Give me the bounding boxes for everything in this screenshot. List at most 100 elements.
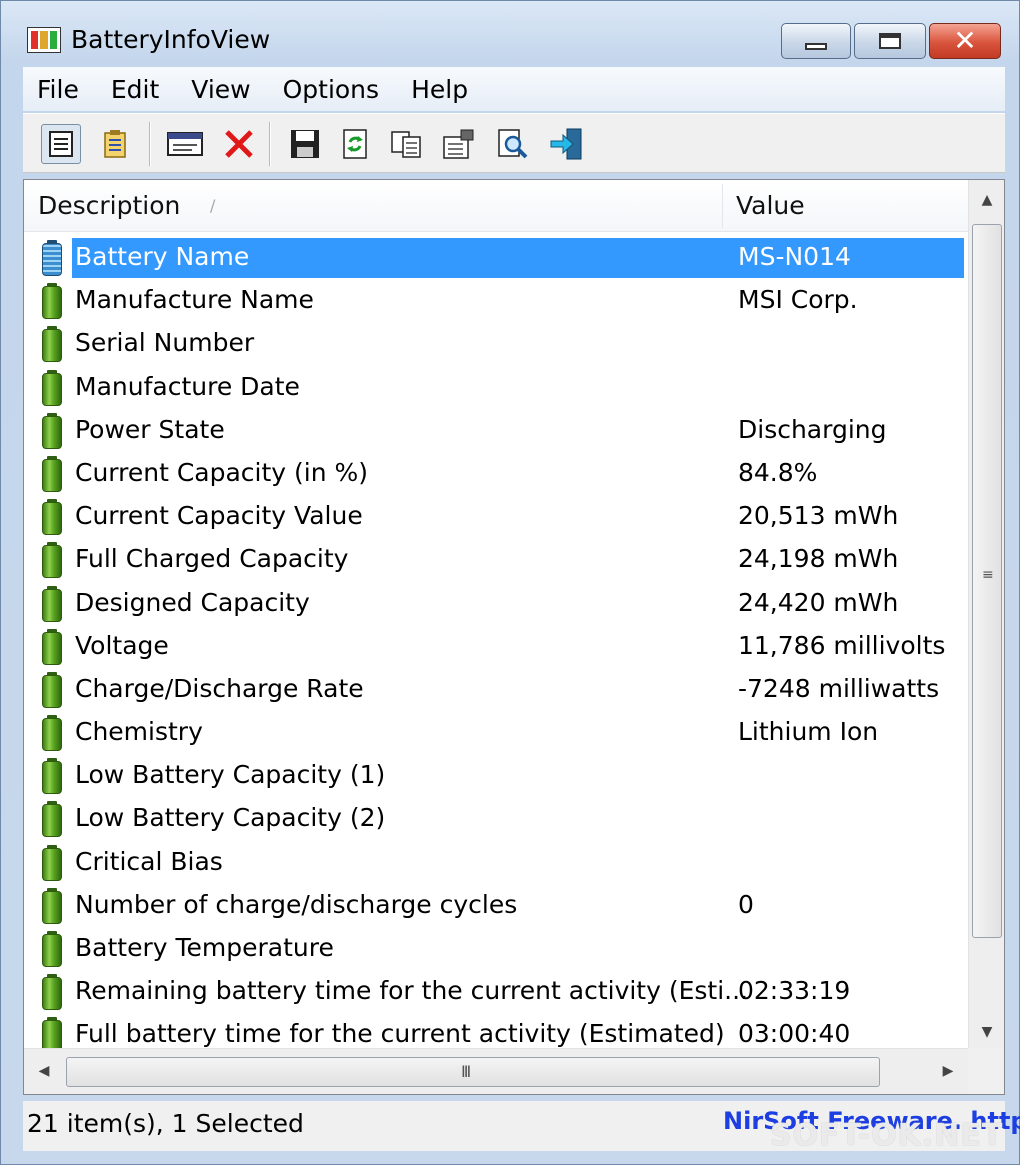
exit-button[interactable] <box>547 124 587 164</box>
list-item[interactable]: Critical Bias <box>24 841 968 884</box>
row-value: Discharging <box>738 414 887 444</box>
menu-file[interactable]: File <box>37 75 95 104</box>
menu-bar: File Edit View Options Help <box>23 67 1005 111</box>
list-item[interactable]: Battery Name MS-N014 <box>24 236 968 279</box>
battery-icon <box>40 628 64 665</box>
menu-help[interactable]: Help <box>411 75 484 104</box>
battery-icon <box>40 887 64 924</box>
row-description: Power State <box>75 414 225 444</box>
row-description: Designed Capacity <box>75 587 310 617</box>
grip-icon: ≡ <box>982 567 994 583</box>
vertical-scrollbar[interactable]: ▲ ≡ ▼ <box>968 180 1004 1048</box>
battery-app-icon <box>27 27 61 53</box>
battery-icon <box>40 369 64 406</box>
list-item[interactable]: Number of charge/discharge cycles 0 <box>24 884 968 927</box>
watermark: SOFT-OK.NET <box>770 1118 1004 1153</box>
scroll-left-button[interactable]: ◀ <box>26 1053 62 1089</box>
list-item[interactable]: Chemistry Lithium Ion <box>24 711 968 754</box>
row-value: MS-N014 <box>738 242 851 271</box>
row-value: 20,513 mWh <box>738 501 899 531</box>
html-report-button[interactable] <box>165 124 205 164</box>
grip-icon: III <box>461 1062 471 1081</box>
column-header-value[interactable]: Value <box>736 180 966 232</box>
battery-icon <box>40 499 64 536</box>
scrollbar-corner <box>968 1048 1004 1094</box>
battery-icon <box>40 671 64 708</box>
close-icon: ✕ <box>953 24 977 57</box>
row-value: 02:33:19 <box>738 976 851 1006</box>
list-item[interactable]: Voltage 11,786 millivolts <box>24 625 968 668</box>
exit-icon <box>550 128 582 160</box>
sort-indicator-icon: / <box>210 196 216 215</box>
vertical-scroll-thumb[interactable]: ≡ <box>972 224 1002 938</box>
row-value: 24,198 mWh <box>738 544 899 574</box>
scroll-up-button[interactable]: ▲ <box>969 182 1004 218</box>
row-description: Chemistry <box>75 717 203 747</box>
scroll-down-button[interactable]: ▼ <box>969 1014 1004 1050</box>
list-item[interactable]: Manufacture Name MSI Corp. <box>24 279 968 322</box>
battery-icon <box>40 585 64 622</box>
row-description: Serial Number <box>75 328 255 358</box>
copy-button[interactable] <box>387 124 427 164</box>
properties-button[interactable] <box>439 124 479 164</box>
list-header: Description / Value <box>24 180 968 232</box>
save-button[interactable] <box>285 124 325 164</box>
arrow-right-icon: ▶ <box>942 1063 954 1079</box>
row-value: MSI Corp. <box>738 285 858 315</box>
list-item[interactable]: Serial Number <box>24 322 968 365</box>
row-value: Lithium Ion <box>738 717 879 747</box>
refresh-button[interactable] <box>335 124 375 164</box>
battery-icon <box>40 240 64 276</box>
column-header-description[interactable]: Description <box>38 180 724 232</box>
row-description: Current Capacity (in %) <box>75 457 369 487</box>
battery-icon <box>40 974 64 1011</box>
list-rows: Battery Name MS-N014 Manufacture Name MSI C… <box>24 236 968 1057</box>
save-icon <box>291 130 319 158</box>
list-item[interactable]: Remaining battery time for the current a… <box>24 970 968 1013</box>
row-value: 84.8% <box>738 457 818 487</box>
list-item[interactable]: Manufacture Date <box>24 366 968 409</box>
scroll-right-button[interactable]: ▶ <box>930 1053 966 1089</box>
minimize-icon <box>805 42 827 50</box>
menu-options[interactable]: Options <box>283 75 395 104</box>
column-header-value-label: Value <box>736 191 805 220</box>
list-item[interactable]: Current Capacity (in %) 84.8% <box>24 452 968 495</box>
list-item[interactable]: Low Battery Capacity (1) <box>24 754 968 797</box>
properties-list-button[interactable] <box>95 124 135 164</box>
view-details-icon <box>49 131 73 157</box>
find-button[interactable] <box>493 124 533 164</box>
battery-icon <box>40 542 64 579</box>
maximize-button[interactable] <box>854 23 926 59</box>
minimize-button[interactable] <box>781 23 851 59</box>
delete-button[interactable] <box>219 124 259 164</box>
column-header-description-label: Description <box>38 191 181 220</box>
battery-icon <box>40 455 64 492</box>
close-button[interactable]: ✕ <box>929 23 1001 59</box>
list-item[interactable]: Charge/Discharge Rate -7248 milliwatts <box>24 668 968 711</box>
menu-edit[interactable]: Edit <box>111 75 175 104</box>
properties-list-icon <box>104 130 126 158</box>
horizontal-scrollbar[interactable]: ◀ III ▶ <box>24 1048 968 1094</box>
horizontal-scroll-thumb[interactable]: III <box>66 1057 880 1087</box>
row-description: Low Battery Capacity (1) <box>75 760 386 790</box>
list-item[interactable]: Current Capacity Value 20,513 mWh <box>24 495 968 538</box>
row-value: 0 <box>738 889 754 919</box>
row-description: Remaining battery time for the current a… <box>75 976 749 1006</box>
row-value: 24,420 mWh <box>738 587 899 617</box>
title-bar[interactable]: BatteryInfoView ✕ <box>1 1 1019 65</box>
list-item[interactable]: Designed Capacity 24,420 mWh <box>24 582 968 625</box>
list-item[interactable]: Full Charged Capacity 24,198 mWh <box>24 538 968 581</box>
menu-view[interactable]: View <box>191 75 266 104</box>
app-window: BatteryInfoView ✕ File Edit View Options… <box>0 0 1020 1165</box>
window-icon <box>167 132 203 156</box>
row-description: Number of charge/discharge cycles <box>75 889 518 919</box>
view-details-button[interactable] <box>41 124 81 164</box>
list-item[interactable]: Power State Discharging <box>24 409 968 452</box>
arrow-left-icon: ◀ <box>38 1063 50 1079</box>
item-count-status: 21 item(s), 1 Selected <box>27 1109 304 1138</box>
list-item[interactable]: Battery Temperature <box>24 927 968 970</box>
row-description: Manufacture Name <box>75 285 314 315</box>
column-divider[interactable] <box>722 184 723 228</box>
list-item[interactable]: Low Battery Capacity (2) <box>24 797 968 840</box>
battery-info-list[interactable]: Description / Value Battery Name MS-N014 M… <box>23 179 1005 1095</box>
